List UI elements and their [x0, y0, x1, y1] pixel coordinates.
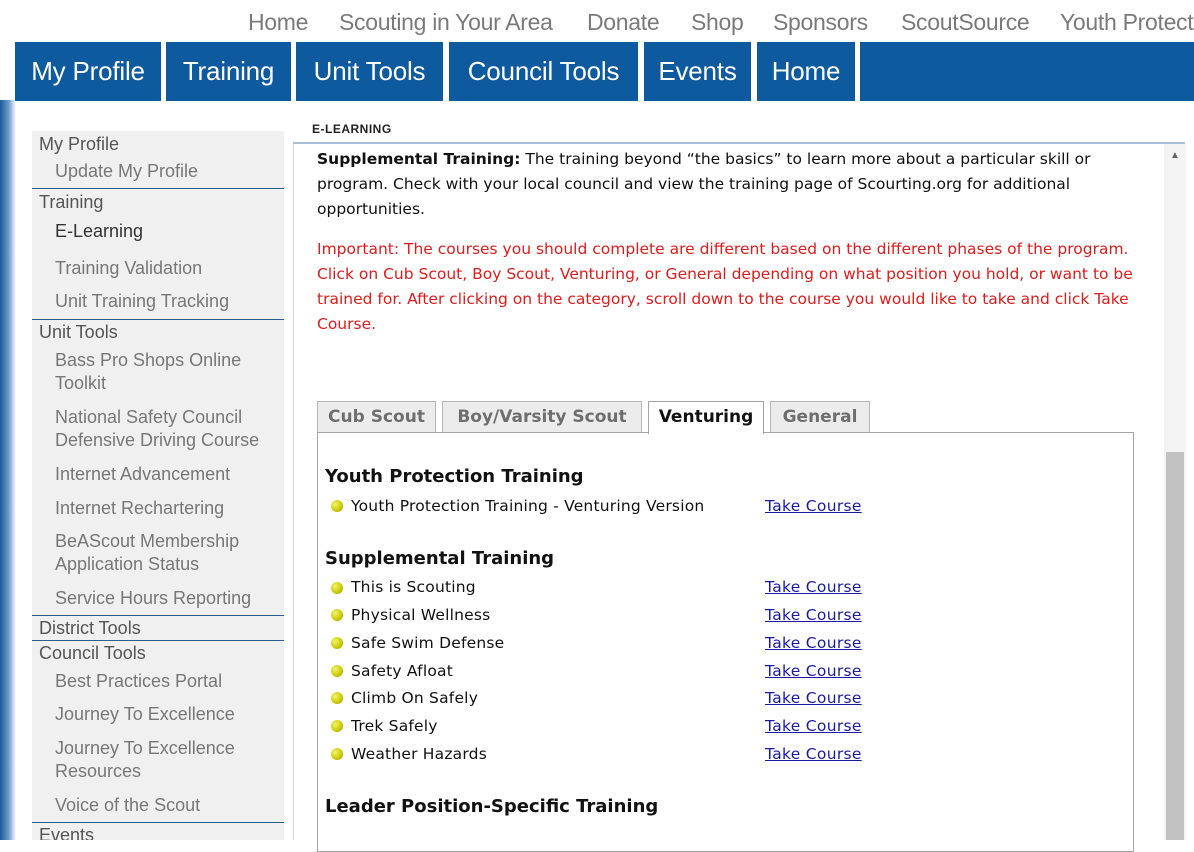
sidebar-divider: [32, 822, 284, 823]
group-title-leader-position: Leader Position-Specific Training: [325, 796, 659, 817]
sidebar-item-voice-of-scout[interactable]: Voice of the Scout: [32, 794, 284, 817]
bullet-dot-icon: [331, 665, 343, 677]
intro-paragraph: Supplemental Training: The training beyo…: [317, 147, 1137, 222]
sidebar-heading-training[interactable]: Training: [32, 192, 284, 213]
sidebar-item-best-practices[interactable]: Best Practices Portal: [32, 670, 284, 693]
take-course-link-safety-afloat[interactable]: Take Course: [765, 662, 862, 680]
take-course-link-trek-safely[interactable]: Take Course: [765, 717, 862, 735]
sidebar-heading-events[interactable]: Events: [32, 825, 284, 840]
sidebar-item-label: Defensive Driving Course: [55, 430, 260, 450]
sidebar-divider: [32, 640, 284, 641]
important-notice: Important: The courses you should comple…: [317, 240, 1133, 333]
sidebar-item-internet-rechartering[interactable]: Internet Rechartering: [32, 497, 284, 520]
sidebar: My Profile Update My Profile Training E-…: [32, 131, 284, 840]
nav-council-tools[interactable]: Council Tools: [449, 42, 638, 101]
take-course-link-physical-wellness[interactable]: Take Course: [765, 606, 862, 624]
main-nav: My Profile Training Unit Tools Council T…: [15, 42, 1194, 101]
course-name-safety-afloat: Safety Afloat: [351, 662, 453, 680]
top-link-donate[interactable]: Donate: [587, 9, 660, 36]
course-name-this-is-scouting: This is Scouting: [351, 578, 476, 596]
sidebar-heading-district-tools[interactable]: District Tools: [32, 618, 284, 639]
bullet-dot-icon: [331, 637, 343, 649]
top-link-shop[interactable]: Shop: [691, 9, 744, 36]
top-link-youth-protection[interactable]: Youth Protect: [1060, 9, 1194, 36]
scrollbar-thumb[interactable]: [1166, 452, 1184, 840]
sidebar-item-update-profile[interactable]: Update My Profile: [32, 160, 284, 183]
top-link-home[interactable]: Home: [248, 9, 308, 36]
top-link-scoutsource[interactable]: ScoutSource: [901, 9, 1030, 36]
sidebar-item-jte-resources[interactable]: Journey To Excellence Resources: [32, 737, 284, 783]
bullet-dot-icon: [331, 748, 343, 760]
tab-general[interactable]: General: [770, 401, 870, 432]
bullet-dot-icon: [331, 720, 343, 732]
bullet-dot-icon: [331, 609, 343, 621]
sidebar-item-label: Toolkit: [55, 373, 107, 393]
sidebar-item-nsc-ddc[interactable]: National Safety Council Defensive Drivin…: [32, 406, 284, 452]
top-link-sponsors[interactable]: Sponsors: [773, 9, 868, 36]
take-course-link-this-is-scouting[interactable]: Take Course: [765, 578, 862, 596]
sidebar-item-beascout[interactable]: BeAScout Membership Application Status: [32, 530, 284, 576]
scroll-up-arrow-icon[interactable]: ▲: [1164, 150, 1186, 164]
sidebar-divider: [32, 188, 284, 189]
sidebar-item-unit-training-tracking[interactable]: Unit Training Tracking: [32, 290, 284, 313]
sidebar-divider: [32, 319, 284, 320]
nav-training[interactable]: Training: [166, 42, 291, 101]
bullet-dot-icon: [331, 582, 343, 594]
nav-filler: [860, 42, 1194, 101]
sidebar-item-label: Journey To Excellence: [55, 738, 235, 758]
tab-boy-varsity-scout[interactable]: Boy/Varsity Scout: [442, 401, 642, 432]
sidebar-item-training-validation[interactable]: Training Validation: [32, 257, 284, 280]
sidebar-item-bass-pro[interactable]: Bass Pro Shops Online Toolkit: [32, 349, 284, 395]
group-title-supplemental: Supplemental Training: [325, 548, 555, 569]
sidebar-item-label: Application Status: [55, 554, 200, 574]
sidebar-divider: [32, 615, 284, 616]
course-name-climb-on-safely: Climb On Safely: [351, 689, 479, 707]
sidebar-item-label: Bass Pro Shops Online: [55, 350, 242, 370]
sidebar-item-jte[interactable]: Journey To Excellence: [32, 703, 284, 726]
group-title-youth-protection: Youth Protection Training: [325, 466, 584, 487]
sidebar-item-internet-advancement[interactable]: Internet Advancement: [32, 463, 284, 486]
sidebar-heading-unit-tools[interactable]: Unit Tools: [32, 322, 284, 343]
nav-events[interactable]: Events: [644, 42, 751, 101]
sidebar-item-label: Resources: [55, 761, 142, 781]
nav-unit-tools[interactable]: Unit Tools: [296, 42, 443, 101]
top-link-scouting-area[interactable]: Scouting in Your Area: [339, 9, 553, 36]
course-name-weather-hazards: Weather Hazards: [351, 745, 487, 763]
course-name-ypt: Youth Protection Training - Venturing Ve…: [351, 497, 705, 515]
sidebar-item-label: National Safety Council: [55, 407, 243, 427]
bullet-dot-icon: [331, 500, 343, 512]
sidebar-item-label: BeAScout Membership: [55, 531, 240, 551]
sidebar-item-e-learning[interactable]: E-Learning: [32, 220, 284, 243]
course-name-safe-swim-defense: Safe Swim Defense: [351, 634, 505, 652]
course-name-physical-wellness: Physical Wellness: [351, 606, 491, 624]
course-name-trek-safely: Trek Safely: [351, 717, 438, 735]
sidebar-heading-my-profile[interactable]: My Profile: [32, 134, 284, 155]
bullet-dot-icon: [331, 692, 343, 704]
take-course-link-climb-on-safely[interactable]: Take Course: [765, 689, 862, 707]
section-label: E-LEARNING: [312, 122, 392, 136]
nav-my-profile[interactable]: My Profile: [15, 42, 161, 101]
left-decor-gradient: [0, 100, 16, 840]
tab-venturing[interactable]: Venturing: [648, 401, 764, 434]
nav-home[interactable]: Home: [757, 42, 855, 101]
take-course-link-ypt[interactable]: Take Course: [765, 497, 862, 515]
intro-heading: Supplemental Training:: [317, 150, 521, 168]
tab-cub-scout[interactable]: Cub Scout: [317, 401, 436, 432]
take-course-link-weather-hazards[interactable]: Take Course: [765, 745, 862, 763]
sidebar-item-service-hours[interactable]: Service Hours Reporting: [32, 587, 284, 610]
take-course-link-safe-swim-defense[interactable]: Take Course: [765, 634, 862, 652]
sidebar-heading-council-tools[interactable]: Council Tools: [32, 643, 284, 664]
